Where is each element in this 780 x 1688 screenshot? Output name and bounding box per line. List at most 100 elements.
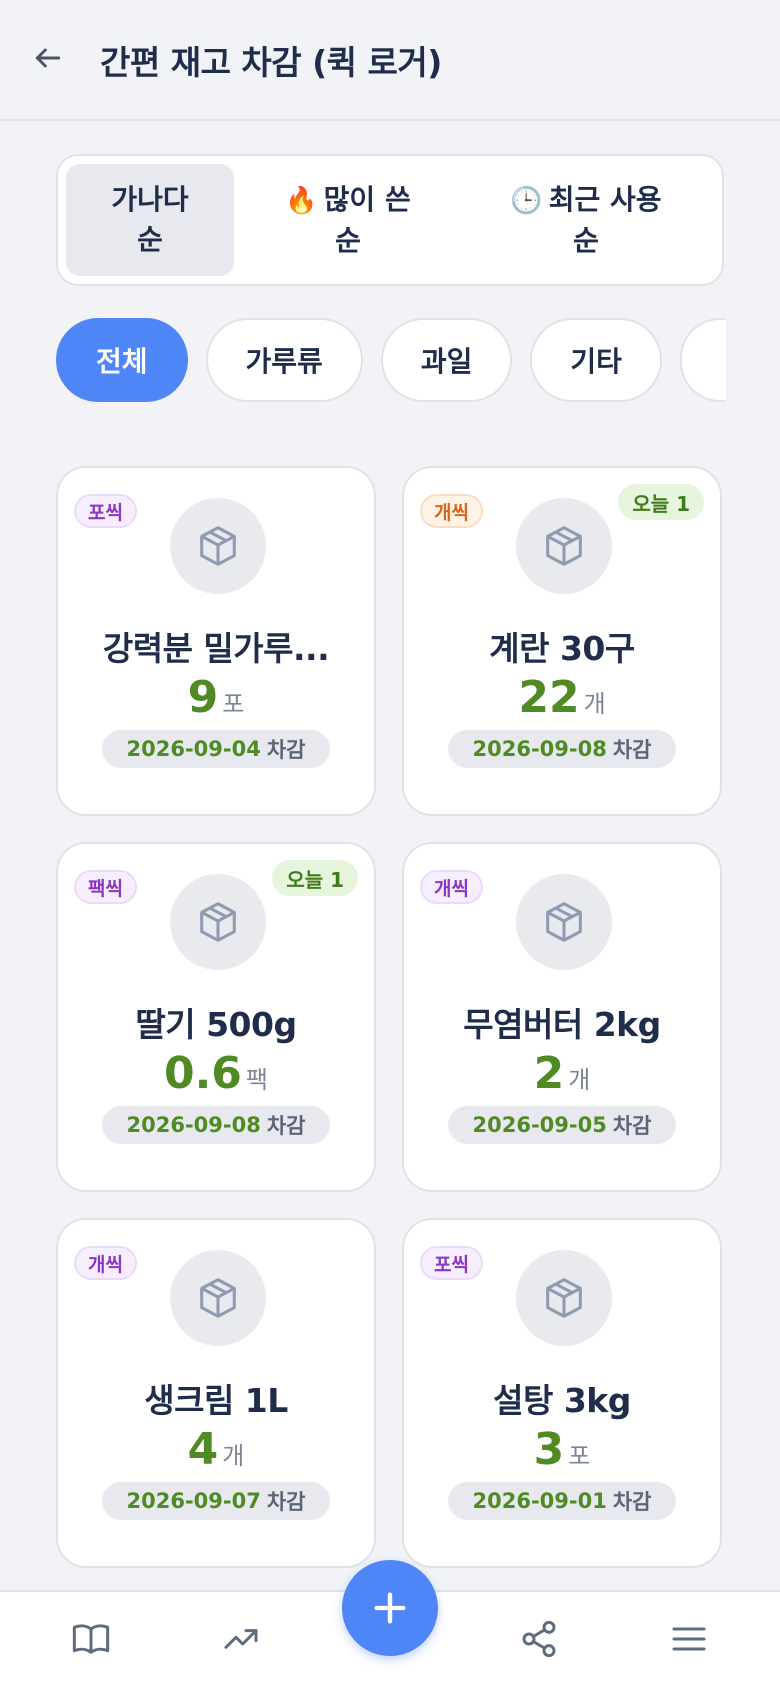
- box-icon: [200, 1278, 236, 1318]
- item-name: 설탕 3kg: [493, 1381, 631, 1420]
- box-icon: [546, 526, 582, 566]
- sort-option-label: 가나다: [111, 183, 189, 216]
- page: 간편 재고 차감 (퀵 로거) 가나다 순 🔥 많이 쓴 순 🕒 최근 사용 순 전…: [0, 0, 780, 1688]
- item-card[interactable]: 포씩 강력분 밀가루... 9포 2026-09-04 차감: [56, 466, 376, 816]
- sort-option-recent[interactable]: 🕒 최근 사용 순: [462, 164, 710, 276]
- item-quantity: 9포: [58, 672, 374, 723]
- item-name: 계란 30구: [489, 629, 635, 668]
- deduct-date: 2026-09-01: [472, 1489, 607, 1513]
- deduct-label: 차감: [612, 1490, 652, 1514]
- item-icon-circle: [516, 498, 612, 594]
- box-icon: [200, 902, 236, 942]
- item-card[interactable]: 개씩 오늘 1 계란 30구 22 개 2026-09-08 차감: [402, 466, 722, 816]
- sort-option-label: 최근 사용: [548, 182, 662, 216]
- today-count-badge: 오늘 1: [272, 860, 358, 896]
- pack-unit-badge: 개씩: [74, 1246, 137, 1280]
- item-icon-circle: [516, 1250, 612, 1346]
- header: 간편 재고 차감 (퀵 로거): [0, 0, 780, 121]
- quantity-value: 0.6: [163, 1048, 242, 1099]
- last-deduct-date: 2026-09-08 차감: [102, 1106, 330, 1144]
- chip-all[interactable]: 전체: [56, 318, 188, 402]
- item-icon-circle: [170, 874, 266, 970]
- item-card[interactable]: 포씩 설탕 3kg 3포 2026-09-01 차감: [402, 1218, 722, 1568]
- clock-icon: 🕒: [510, 185, 543, 216]
- sort-option-label: 많이 쓴: [323, 182, 411, 216]
- pack-unit-badge: 포씩: [74, 494, 137, 528]
- last-deduct-date: 2026-09-07 차감: [102, 1482, 330, 1520]
- add-button[interactable]: [342, 1560, 438, 1656]
- item-name: 강력분 밀가루...: [102, 629, 330, 668]
- quantity-value: 9: [187, 672, 219, 723]
- menu-icon: [672, 1627, 706, 1651]
- today-count-badge: 오늘 1: [618, 484, 704, 520]
- deduct-label: 차감: [612, 738, 652, 762]
- deduct-label: 차감: [612, 1114, 652, 1138]
- item-card[interactable]: 개씩 무염버터 2kg 2개 2026-09-05 차감: [402, 842, 722, 1192]
- quantity-value: 2: [533, 1048, 565, 1099]
- quantity-value: 22: [518, 672, 580, 723]
- deduct-date: 2026-09-08: [472, 737, 607, 761]
- item-icon-circle: [170, 498, 266, 594]
- nav-book[interactable]: [66, 1614, 116, 1664]
- deduct-label: 차감: [266, 1114, 306, 1138]
- chip-etc[interactable]: 기타: [530, 318, 662, 402]
- last-deduct-date: 2026-09-05 차감: [448, 1106, 676, 1144]
- item-card[interactable]: 팩씩 오늘 1 딸기 500g 0.6 팩 2026-09-08 차감: [56, 842, 376, 1192]
- pack-unit-badge: 포씩: [420, 1246, 483, 1280]
- deduct-date: 2026-09-08: [126, 1113, 261, 1137]
- quantity-unit: 포: [222, 690, 245, 718]
- item-name: 생크림 1L: [144, 1381, 288, 1420]
- item-icon-circle: [516, 874, 612, 970]
- share-icon: [522, 1620, 556, 1658]
- item-name: 무염버터 2kg: [463, 1005, 661, 1044]
- sort-option-label: 순: [573, 223, 599, 257]
- item-grid: 포씩 강력분 밀가루... 9포 2026-09-04 차감 개씩 오늘 1 계란…: [56, 466, 724, 1568]
- last-deduct-date: 2026-09-08 차감: [448, 730, 676, 768]
- trending-up-icon: [224, 1629, 258, 1649]
- sort-option-most-used[interactable]: 🔥 많이 쓴 순: [234, 164, 462, 276]
- sort-option-alphabetical[interactable]: 가나다 순: [66, 164, 234, 276]
- quantity-unit: 포: [568, 1442, 591, 1470]
- plus-icon: [374, 1592, 406, 1624]
- item-quantity: 0.6 팩: [58, 1048, 374, 1099]
- chip-powder[interactable]: 가루류: [205, 318, 363, 402]
- quantity-value: 3: [533, 1424, 565, 1475]
- box-icon: [546, 902, 582, 942]
- deduct-date: 2026-09-05: [472, 1113, 607, 1137]
- nav-share[interactable]: [514, 1614, 564, 1664]
- category-chips: 전체 가루류 과일 기타: [56, 318, 726, 404]
- arrow-left-icon: [35, 48, 61, 68]
- quantity-unit: 개: [222, 1442, 245, 1470]
- last-deduct-date: 2026-09-01 차감: [448, 1482, 676, 1520]
- item-quantity: 3포: [404, 1424, 720, 1475]
- item-quantity: 22 개: [404, 672, 720, 723]
- box-icon: [200, 526, 236, 566]
- sort-segmented-control: 가나다 순 🔥 많이 쓴 순 🕒 최근 사용 순: [56, 154, 724, 286]
- sort-option-label: 순: [335, 223, 361, 257]
- nav-stats[interactable]: [216, 1614, 266, 1664]
- sort-option-label: 순: [137, 223, 163, 256]
- item-icon-circle: [170, 1250, 266, 1346]
- item-name: 딸기 500g: [135, 1005, 297, 1044]
- item-card[interactable]: 개씩 생크림 1L 4개 2026-09-07 차감: [56, 1218, 376, 1568]
- page-title: 간편 재고 차감 (퀵 로거): [100, 43, 442, 82]
- quantity-unit: 개: [568, 1066, 591, 1094]
- book-icon: [72, 1624, 110, 1654]
- quantity-value: 4: [187, 1424, 219, 1475]
- nav-menu[interactable]: [664, 1614, 714, 1664]
- deduct-label: 차감: [266, 738, 306, 762]
- pack-unit-badge: 개씩: [420, 494, 483, 528]
- last-deduct-date: 2026-09-04 차감: [102, 730, 330, 768]
- chip-more[interactable]: [679, 318, 726, 402]
- deduct-date: 2026-09-04: [126, 737, 261, 761]
- back-button[interactable]: [28, 38, 68, 78]
- quantity-unit: 팩: [245, 1066, 269, 1094]
- pack-unit-badge: 팩씩: [74, 870, 137, 904]
- item-quantity: 4개: [58, 1424, 374, 1475]
- item-quantity: 2개: [404, 1048, 720, 1099]
- chip-fruit[interactable]: 과일: [380, 318, 513, 402]
- pack-unit-badge: 개씩: [420, 870, 483, 904]
- quantity-unit: 개: [583, 690, 606, 718]
- deduct-label: 차감: [266, 1490, 306, 1514]
- fire-icon: 🔥: [285, 185, 318, 216]
